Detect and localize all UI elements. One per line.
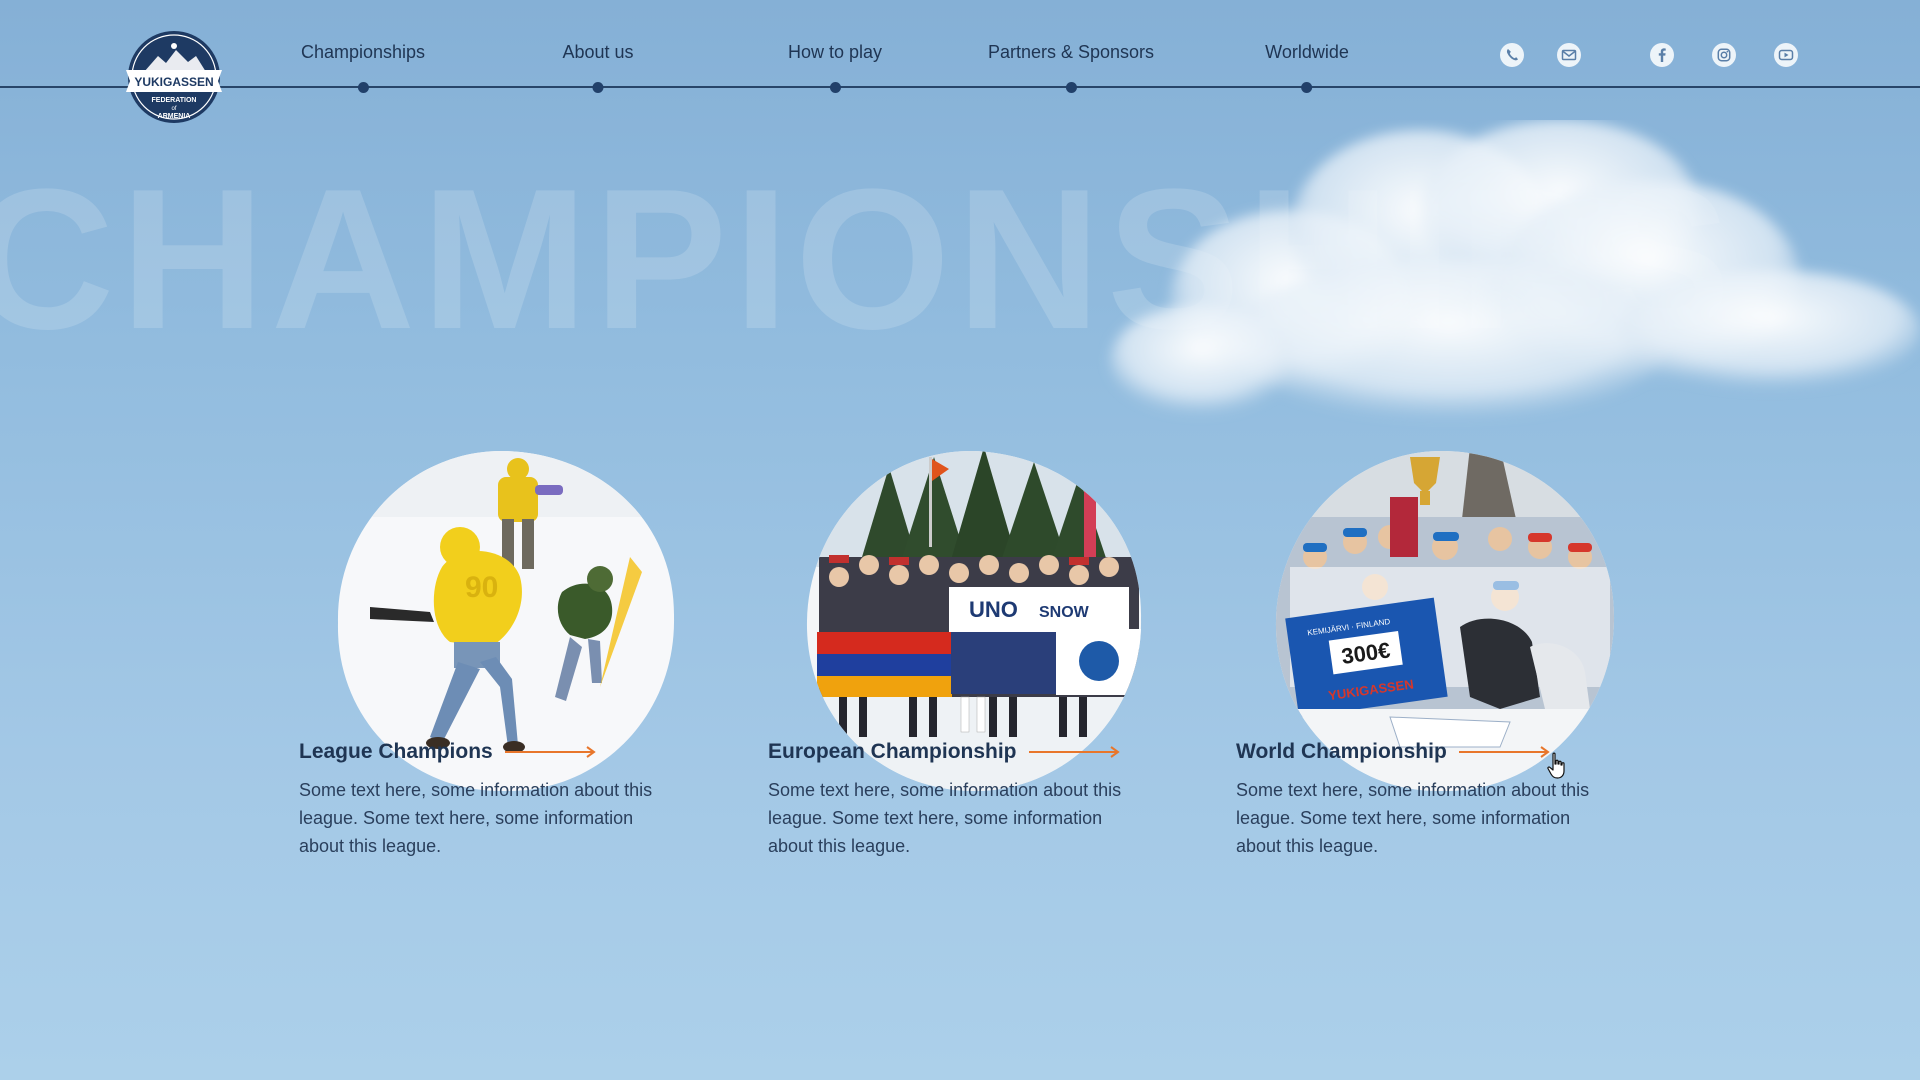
svg-text:SNOW: SNOW (1039, 604, 1090, 621)
nav-label: Championships (300, 42, 426, 62)
nav-dot (592, 82, 604, 93)
card-description: Some text here, some information about t… (299, 780, 653, 856)
mail-icon[interactable] (1556, 42, 1582, 68)
instagram-icon[interactable] (1711, 42, 1737, 68)
svg-text:FEDERATION: FEDERATION (152, 97, 197, 104)
nav-item-how-to-play[interactable]: How to play (787, 42, 883, 93)
hand-cursor-icon (1546, 752, 1568, 780)
svg-text:90: 90 (465, 571, 498, 604)
nav-dot (829, 82, 841, 93)
nav-label: How to play (787, 42, 883, 62)
card-description: Some text here, some information about t… (768, 780, 1122, 856)
youtube-icon[interactable] (1773, 42, 1799, 68)
svg-text:UNO: UNO (969, 597, 1018, 622)
facebook-icon[interactable] (1649, 42, 1675, 68)
phone-icon[interactable] (1499, 42, 1525, 68)
card-title-row: World Championship (1236, 740, 1551, 764)
svg-text:YUKIGASSEN: YUKIGASSEN (134, 75, 213, 89)
header-divider-line (0, 86, 1920, 88)
federation-logo[interactable]: YUKIGASSEN FEDERATION of ARMENIA (122, 30, 226, 126)
svg-text:of: of (171, 106, 176, 112)
cloud-decoration (1090, 120, 1920, 450)
nav-label: Worldwide (1265, 42, 1349, 62)
card-title[interactable]: European Championship (768, 740, 1017, 764)
card-title[interactable]: League Champions (299, 740, 493, 764)
nav-dot (357, 82, 369, 93)
nav-item-partners-sponsors[interactable]: Partners & Sponsors (987, 42, 1155, 93)
svg-text:ARMENIA: ARMENIA (158, 113, 191, 120)
arrow-right-icon[interactable] (1458, 745, 1551, 759)
card-title-row: League Champions (299, 740, 597, 764)
nav-label: About us (562, 42, 634, 62)
arrow-right-icon[interactable] (504, 745, 597, 759)
nav-item-about-us[interactable]: About us (562, 42, 634, 93)
nav-dot (1301, 82, 1313, 93)
nav-dot (1065, 82, 1077, 93)
nav-item-championships[interactable]: Championships (300, 42, 426, 93)
arrow-right-icon[interactable] (1028, 745, 1121, 759)
card-description: Some text here, some information about t… (1236, 780, 1590, 856)
nav-item-worldwide[interactable]: Worldwide (1265, 42, 1349, 93)
card-title[interactable]: World Championship (1236, 740, 1447, 764)
nav-label: Partners & Sponsors (987, 42, 1155, 62)
card-title-row: European Championship (768, 740, 1121, 764)
